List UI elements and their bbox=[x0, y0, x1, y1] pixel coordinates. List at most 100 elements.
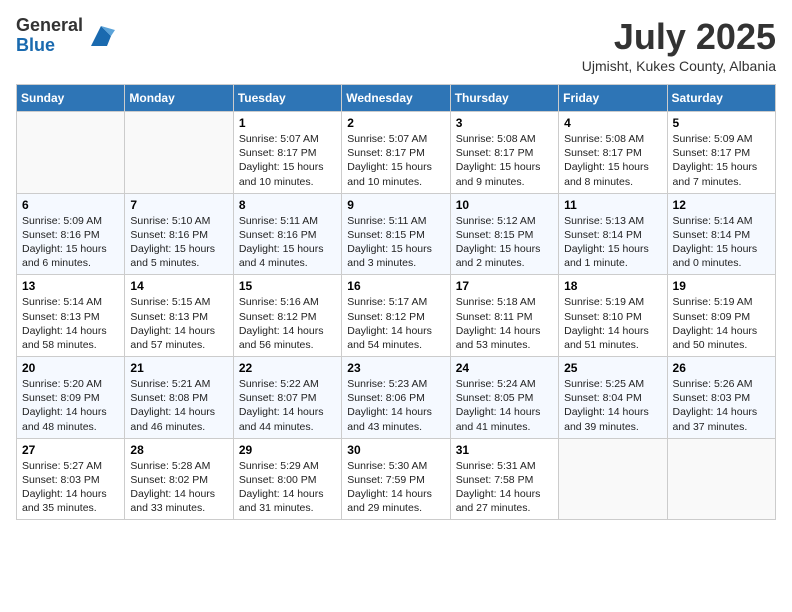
day-number: 14 bbox=[130, 279, 227, 293]
calendar-cell: 8 Sunrise: 5:11 AM Sunset: 8:16 PM Daylig… bbox=[233, 193, 341, 275]
calendar-cell: 7Sunrise: 5:10 AM Sunset: 8:16 PM Daylig… bbox=[125, 193, 233, 275]
day-info: Sunrise: 5:19 AM Sunset: 8:09 PM Dayligh… bbox=[673, 295, 770, 352]
column-header-sunday: Sunday bbox=[17, 85, 125, 112]
calendar-cell: 16 Sunrise: 5:17 AM Sunset: 8:12 PM Dayli… bbox=[342, 275, 450, 357]
day-info: Sunrise: 5:13 AM Sunset: 8:14 PM Dayligh… bbox=[564, 214, 661, 271]
calendar-cell bbox=[125, 112, 233, 194]
calendar-cell: 4Sunrise: 5:08 AM Sunset: 8:17 PM Daylig… bbox=[559, 112, 667, 194]
calendar-cell: 29 Sunrise: 5:29 AM Sunset: 8:00 PM Dayli… bbox=[233, 438, 341, 520]
calendar-week-row: 20 Sunrise: 5:20 AM Sunset: 8:09 PM Dayli… bbox=[17, 357, 776, 439]
day-number: 2 bbox=[347, 116, 444, 130]
logo-blue: Blue bbox=[16, 36, 83, 56]
day-number: 23 bbox=[347, 361, 444, 375]
calendar-cell: 24 Sunrise: 5:24 AM Sunset: 8:05 PM Dayli… bbox=[450, 357, 558, 439]
day-info: Sunrise: 5:27 AM Sunset: 8:03 PM Dayligh… bbox=[22, 459, 119, 516]
day-number: 11 bbox=[564, 198, 661, 212]
title-area: July 2025 Ujmisht, Kukes County, Albania bbox=[582, 16, 776, 74]
day-info: Sunrise: 5:08 AM Sunset: 8:17 PM Dayligh… bbox=[456, 132, 553, 189]
day-number: 29 bbox=[239, 443, 336, 457]
calendar-cell: 9Sunrise: 5:11 AM Sunset: 8:15 PM Daylig… bbox=[342, 193, 450, 275]
day-number: 8 bbox=[239, 198, 336, 212]
logo-general: General bbox=[16, 16, 83, 36]
calendar-cell: 3 Sunrise: 5:08 AM Sunset: 8:17 PM Daylig… bbox=[450, 112, 558, 194]
day-number: 15 bbox=[239, 279, 336, 293]
day-info: Sunrise: 5:30 AM Sunset: 7:59 PM Dayligh… bbox=[347, 459, 444, 516]
day-info: Sunrise: 5:24 AM Sunset: 8:05 PM Dayligh… bbox=[456, 377, 553, 434]
column-header-monday: Monday bbox=[125, 85, 233, 112]
calendar-cell: 2 Sunrise: 5:07 AM Sunset: 8:17 PM Daylig… bbox=[342, 112, 450, 194]
day-number: 28 bbox=[130, 443, 227, 457]
day-info: Sunrise: 5:09 AM Sunset: 8:17 PM Dayligh… bbox=[673, 132, 770, 189]
column-header-wednesday: Wednesday bbox=[342, 85, 450, 112]
day-info: Sunrise: 5:18 AM Sunset: 8:11 PM Dayligh… bbox=[456, 295, 553, 352]
day-info: Sunrise: 5:11 AM Sunset: 8:16 PM Dayligh… bbox=[239, 214, 336, 271]
calendar-cell bbox=[667, 438, 775, 520]
day-info: Sunrise: 5:21 AM Sunset: 8:08 PM Dayligh… bbox=[130, 377, 227, 434]
calendar-cell: 26Sunrise: 5:26 AM Sunset: 8:03 PM Dayli… bbox=[667, 357, 775, 439]
day-info: Sunrise: 5:07 AM Sunset: 8:17 PM Dayligh… bbox=[347, 132, 444, 189]
day-info: Sunrise: 5:28 AM Sunset: 8:02 PM Dayligh… bbox=[130, 459, 227, 516]
calendar-cell: 25 Sunrise: 5:25 AM Sunset: 8:04 PM Dayli… bbox=[559, 357, 667, 439]
calendar-cell: 18 Sunrise: 5:19 AM Sunset: 8:10 PM Dayli… bbox=[559, 275, 667, 357]
calendar-cell: 13 Sunrise: 5:14 AM Sunset: 8:13 PM Dayli… bbox=[17, 275, 125, 357]
calendar-week-row: 13 Sunrise: 5:14 AM Sunset: 8:13 PM Dayli… bbox=[17, 275, 776, 357]
day-info: Sunrise: 5:07 AM Sunset: 8:17 PM Dayligh… bbox=[239, 132, 336, 189]
day-info: Sunrise: 5:31 AM Sunset: 7:58 PM Dayligh… bbox=[456, 459, 553, 516]
column-header-thursday: Thursday bbox=[450, 85, 558, 112]
day-info: Sunrise: 5:17 AM Sunset: 8:12 PM Dayligh… bbox=[347, 295, 444, 352]
calendar-cell: 30 Sunrise: 5:30 AM Sunset: 7:59 PM Dayli… bbox=[342, 438, 450, 520]
day-info: Sunrise: 5:25 AM Sunset: 8:04 PM Dayligh… bbox=[564, 377, 661, 434]
calendar-cell: 23 Sunrise: 5:23 AM Sunset: 8:06 PM Dayli… bbox=[342, 357, 450, 439]
day-info: Sunrise: 5:14 AM Sunset: 8:13 PM Dayligh… bbox=[22, 295, 119, 352]
calendar-header-row: SundayMondayTuesdayWednesdayThursdayFrid… bbox=[17, 85, 776, 112]
calendar-cell: 17 Sunrise: 5:18 AM Sunset: 8:11 PM Dayli… bbox=[450, 275, 558, 357]
day-info: Sunrise: 5:10 AM Sunset: 8:16 PM Dayligh… bbox=[130, 214, 227, 271]
day-info: Sunrise: 5:22 AM Sunset: 8:07 PM Dayligh… bbox=[239, 377, 336, 434]
logo: General Blue bbox=[16, 16, 115, 56]
day-number: 25 bbox=[564, 361, 661, 375]
calendar-cell: 19 Sunrise: 5:19 AM Sunset: 8:09 PM Dayli… bbox=[667, 275, 775, 357]
calendar-cell: 22 Sunrise: 5:22 AM Sunset: 8:07 PM Dayli… bbox=[233, 357, 341, 439]
day-info: Sunrise: 5:11 AM Sunset: 8:15 PM Dayligh… bbox=[347, 214, 444, 271]
location: Ujmisht, Kukes County, Albania bbox=[582, 58, 776, 74]
day-number: 16 bbox=[347, 279, 444, 293]
day-number: 6 bbox=[22, 198, 119, 212]
calendar-cell: 21Sunrise: 5:21 AM Sunset: 8:08 PM Dayli… bbox=[125, 357, 233, 439]
day-info: Sunrise: 5:19 AM Sunset: 8:10 PM Dayligh… bbox=[564, 295, 661, 352]
day-number: 3 bbox=[456, 116, 553, 130]
calendar-week-row: 6 Sunrise: 5:09 AM Sunset: 8:16 PM Daylig… bbox=[17, 193, 776, 275]
calendar-cell: 14 Sunrise: 5:15 AM Sunset: 8:13 PM Dayli… bbox=[125, 275, 233, 357]
day-number: 12 bbox=[673, 198, 770, 212]
day-number: 30 bbox=[347, 443, 444, 457]
day-number: 1 bbox=[239, 116, 336, 130]
month-title: July 2025 bbox=[582, 16, 776, 58]
logo-icon bbox=[87, 22, 115, 50]
calendar-cell: 31Sunrise: 5:31 AM Sunset: 7:58 PM Dayli… bbox=[450, 438, 558, 520]
day-info: Sunrise: 5:26 AM Sunset: 8:03 PM Dayligh… bbox=[673, 377, 770, 434]
day-info: Sunrise: 5:14 AM Sunset: 8:14 PM Dayligh… bbox=[673, 214, 770, 271]
calendar-cell: 28 Sunrise: 5:28 AM Sunset: 8:02 PM Dayli… bbox=[125, 438, 233, 520]
day-number: 22 bbox=[239, 361, 336, 375]
day-number: 18 bbox=[564, 279, 661, 293]
calendar-week-row: 27Sunrise: 5:27 AM Sunset: 8:03 PM Dayli… bbox=[17, 438, 776, 520]
day-info: Sunrise: 5:12 AM Sunset: 8:15 PM Dayligh… bbox=[456, 214, 553, 271]
day-info: Sunrise: 5:09 AM Sunset: 8:16 PM Dayligh… bbox=[22, 214, 119, 271]
day-info: Sunrise: 5:29 AM Sunset: 8:00 PM Dayligh… bbox=[239, 459, 336, 516]
day-number: 13 bbox=[22, 279, 119, 293]
day-info: Sunrise: 5:15 AM Sunset: 8:13 PM Dayligh… bbox=[130, 295, 227, 352]
day-number: 10 bbox=[456, 198, 553, 212]
calendar-cell: 5Sunrise: 5:09 AM Sunset: 8:17 PM Daylig… bbox=[667, 112, 775, 194]
day-number: 20 bbox=[22, 361, 119, 375]
day-info: Sunrise: 5:23 AM Sunset: 8:06 PM Dayligh… bbox=[347, 377, 444, 434]
calendar-cell: 15 Sunrise: 5:16 AM Sunset: 8:12 PM Dayli… bbox=[233, 275, 341, 357]
day-number: 17 bbox=[456, 279, 553, 293]
day-number: 19 bbox=[673, 279, 770, 293]
calendar-cell: 11 Sunrise: 5:13 AM Sunset: 8:14 PM Dayli… bbox=[559, 193, 667, 275]
day-number: 4 bbox=[564, 116, 661, 130]
day-info: Sunrise: 5:20 AM Sunset: 8:09 PM Dayligh… bbox=[22, 377, 119, 434]
day-info: Sunrise: 5:16 AM Sunset: 8:12 PM Dayligh… bbox=[239, 295, 336, 352]
calendar-cell: 20 Sunrise: 5:20 AM Sunset: 8:09 PM Dayli… bbox=[17, 357, 125, 439]
day-number: 24 bbox=[456, 361, 553, 375]
calendar-cell bbox=[559, 438, 667, 520]
calendar-cell: 6 Sunrise: 5:09 AM Sunset: 8:16 PM Daylig… bbox=[17, 193, 125, 275]
